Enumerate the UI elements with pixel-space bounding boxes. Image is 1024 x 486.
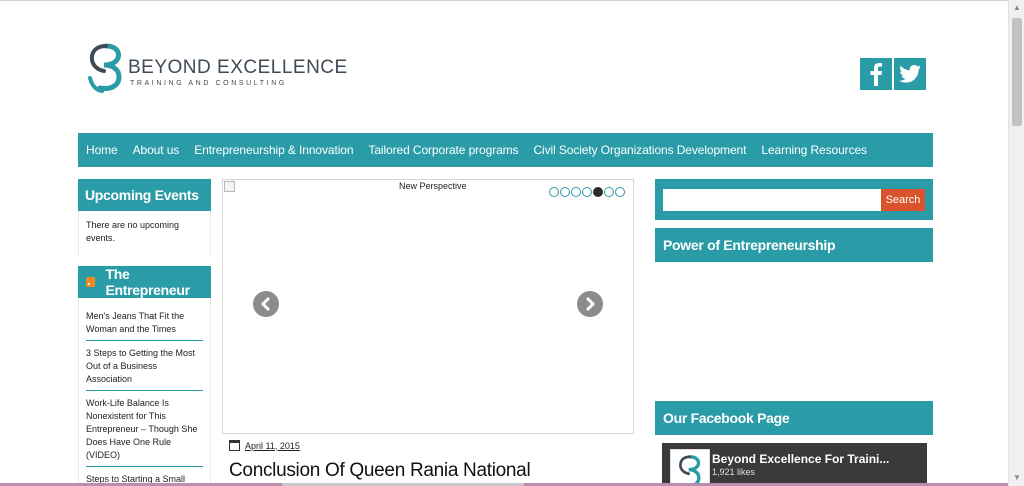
nav-item-civil-society[interactable]: Civil Society Organizations Development [533, 143, 746, 157]
slider-dot-5[interactable] [593, 187, 603, 197]
fb-page-name[interactable]: Beyond Excellence For Traini... [712, 452, 889, 466]
nav-item-about[interactable]: About us [133, 143, 180, 157]
window-top-border [0, 0, 1008, 1]
feed-item[interactable]: 3 Steps to Getting the Most Out of a Bus… [86, 341, 203, 391]
slider-pagination [549, 187, 625, 197]
post-title[interactable]: Conclusion Of Queen Rania National [229, 460, 531, 482]
fb-page-likes: 1,921 likes [712, 467, 756, 477]
broken-image-icon [224, 181, 235, 192]
slider-prev-button[interactable] [253, 291, 279, 317]
logo-mark-icon [679, 455, 701, 486]
slider-dot-2[interactable] [560, 187, 570, 197]
entrepreneur-heading: The Entrepreneur [78, 266, 211, 298]
feed-item[interactable]: Work-Life Balance Is Nonexistent for Thi… [86, 391, 203, 467]
upcoming-events-heading: Upcoming Events [78, 179, 211, 211]
vertical-scrollbar[interactable]: ▲ ▼ [1008, 0, 1024, 486]
slider-next-button[interactable] [577, 291, 603, 317]
calendar-icon [229, 440, 240, 451]
logo-tagline: TRAINING AND CONSULTING [130, 80, 287, 87]
chevron-right-icon [585, 297, 596, 311]
main-nav: Home About us Entrepreneurship & Innovat… [78, 133, 933, 167]
facebook-link[interactable] [860, 58, 892, 90]
upcoming-events-text: There are no upcoming events. [78, 211, 211, 256]
fb-page-avatar[interactable] [670, 449, 710, 486]
rss-icon[interactable] [86, 277, 96, 287]
site-logo[interactable]: BEYOND EXCELLENCE TRAINING AND CONSULTIN… [86, 40, 347, 96]
post-meta: April 11, 2015 [229, 440, 300, 451]
entrepreneur-feed: Men's Jeans That Fit the Woman and the T… [78, 298, 211, 486]
slider-dot-4[interactable] [582, 187, 592, 197]
nav-item-home[interactable]: Home [86, 143, 118, 157]
facebook-page-widget[interactable]: Beyond Excellence For Traini... 1,921 li… [662, 443, 927, 486]
scroll-up-arrow-icon[interactable]: ▲ [1009, 0, 1024, 16]
twitter-icon [899, 65, 921, 83]
logo-name: BEYOND EXCELLENCE [128, 57, 348, 78]
nav-item-learning-resources[interactable]: Learning Resources [761, 143, 867, 157]
scroll-down-arrow-icon[interactable]: ▼ [1009, 470, 1024, 486]
facebook-icon [870, 63, 882, 86]
twitter-link[interactable] [894, 58, 926, 90]
logo-mark-icon [88, 43, 122, 93]
post-date-link[interactable]: April 11, 2015 [245, 441, 300, 451]
facebook-page-heading: Our Facebook Page [655, 401, 933, 435]
search-widget: Search [655, 179, 933, 220]
slider-dot-1[interactable] [549, 187, 559, 197]
search-button[interactable]: Search [881, 189, 925, 211]
slider-dot-6[interactable] [604, 187, 614, 197]
entrepreneur-heading-label: The Entrepreneur [105, 266, 190, 298]
power-of-entrepreneurship-heading: Power of Entrepreneurship [655, 228, 933, 262]
nav-item-corporate-programs[interactable]: Tailored Corporate programs [368, 143, 518, 157]
slider-dot-7[interactable] [615, 187, 625, 197]
slider-dot-3[interactable] [571, 187, 581, 197]
image-slider: New Perspective [222, 179, 634, 434]
nav-item-entrepreneurship[interactable]: Entrepreneurship & Innovation [194, 143, 353, 157]
chevron-left-icon [260, 297, 271, 311]
slide-caption: New Perspective [399, 181, 467, 191]
feed-item[interactable]: Men's Jeans That Fit the Woman and the T… [86, 304, 203, 341]
scrollbar-thumb[interactable] [1012, 18, 1022, 126]
search-input[interactable] [663, 189, 881, 211]
